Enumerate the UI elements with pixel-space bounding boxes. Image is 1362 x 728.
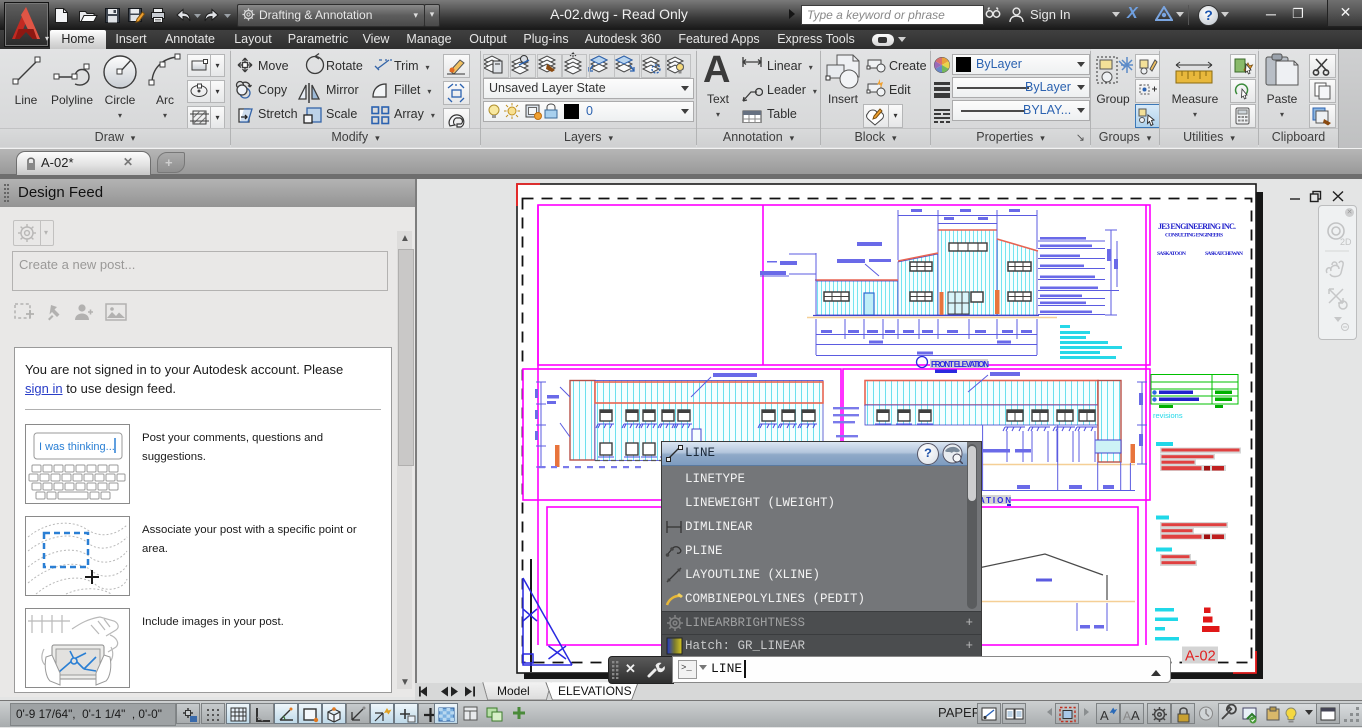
svg-text:A: A: [1100, 708, 1109, 723]
svg-text:SASKATOON: SASKATOON: [1157, 251, 1186, 257]
svg-text:2D: 2D: [1340, 237, 1352, 247]
svg-text:A: A: [1123, 709, 1131, 723]
svg-text:A: A: [1131, 708, 1140, 723]
svg-text:A-02: A-02: [1185, 649, 1216, 665]
svg-text:JE3 ENGINEERING INC.: JE3 ENGINEERING INC.: [1158, 222, 1236, 231]
svg-text:I was thinking...: I was thinking...: [39, 441, 115, 453]
svg-text:FRONT ELEVATION: FRONT ELEVATION: [931, 360, 989, 369]
svg-text:revisions: revisions: [1153, 411, 1183, 420]
svg-text:CONSULTING ENGINEERS: CONSULTING ENGINEERS: [1165, 233, 1223, 239]
svg-text:SASKATCHEWAN: SASKATCHEWAN: [1205, 251, 1243, 257]
